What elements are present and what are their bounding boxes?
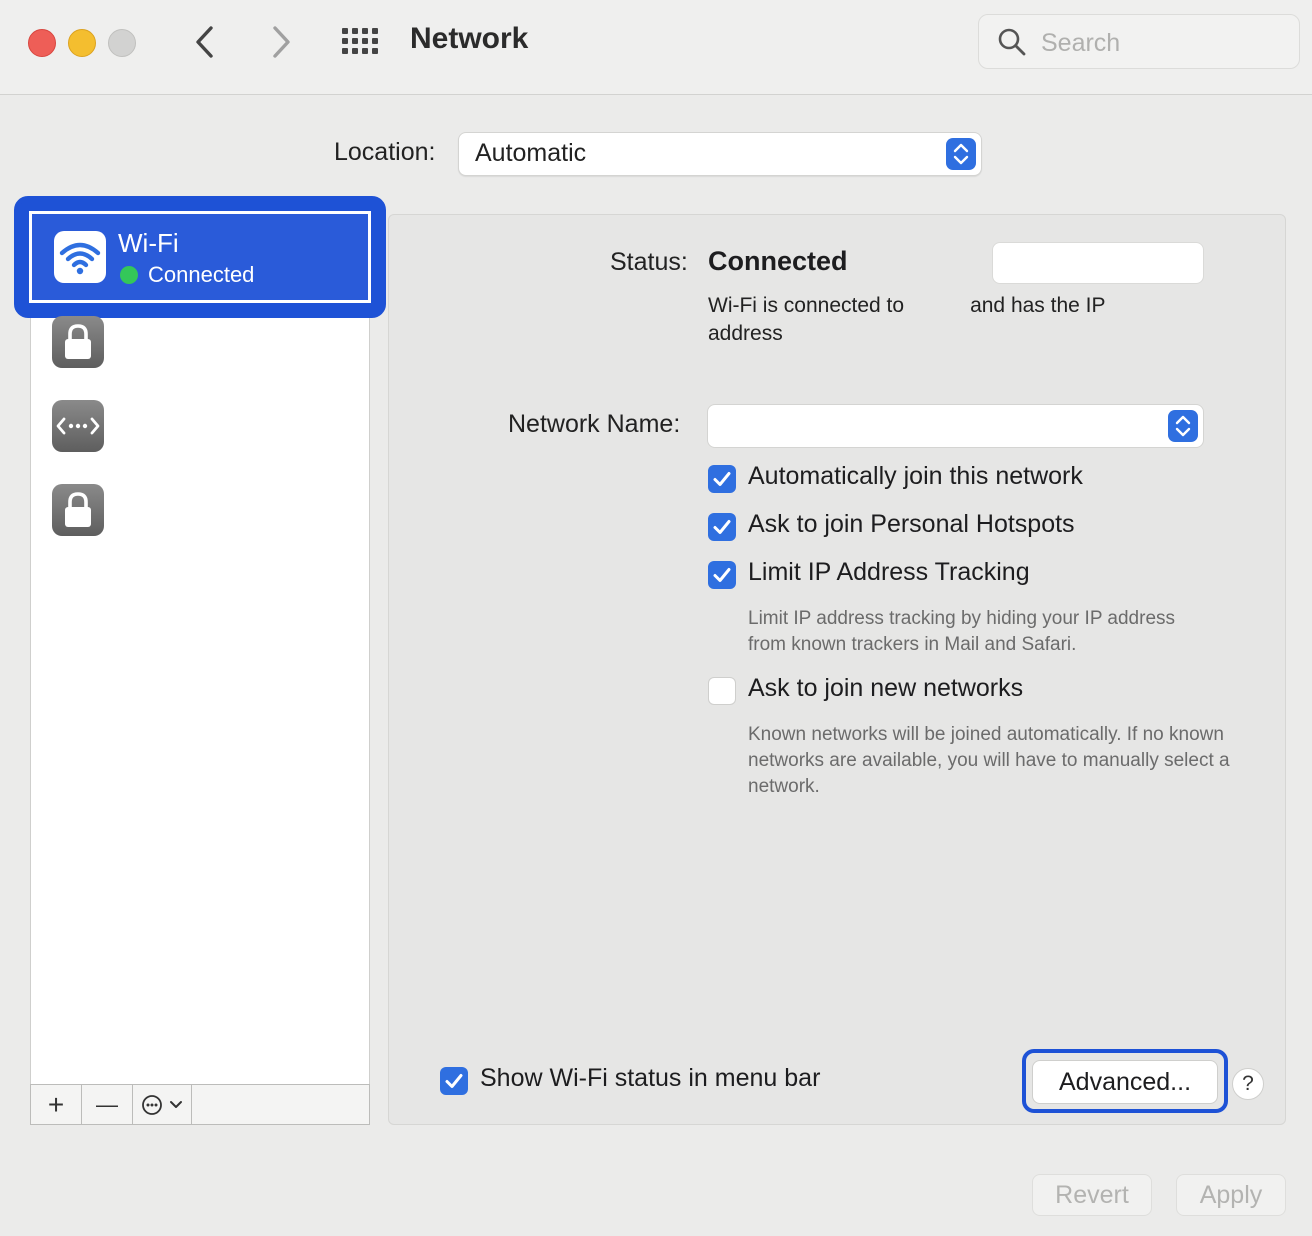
search-field[interactable] [978, 14, 1300, 69]
service-list-toolbar: + — [30, 1084, 370, 1125]
title-bar: Network [0, 0, 1312, 95]
vpn-arrows-icon [56, 417, 100, 435]
service-actions-button[interactable] [133, 1085, 192, 1124]
advanced-button[interactable]: Advanced... [1032, 1060, 1218, 1104]
location-select[interactable]: Automatic [458, 132, 982, 176]
apply-button[interactable]: Apply [1176, 1174, 1286, 1216]
service-status: Connected [120, 262, 254, 288]
lock-icon [65, 324, 91, 359]
minus-icon: — [96, 1091, 118, 1117]
limit-ip-tracking-label: Limit IP Address Tracking [748, 558, 1030, 586]
status-description: Wi-Fi is connected to and has the IP addr… [708, 292, 1168, 348]
location-value: Automatic [475, 139, 587, 167]
turn-wifi-button[interactable] [992, 242, 1204, 284]
minimize-window-button[interactable] [68, 29, 96, 57]
checkmark-icon [713, 520, 731, 534]
location-label: Location: [334, 138, 436, 166]
checkmark-icon [713, 568, 731, 582]
search-input[interactable] [1039, 25, 1283, 61]
ellipsis-circle-icon [142, 1094, 162, 1115]
forward-button[interactable] [262, 22, 302, 62]
show-status-checkbox[interactable] [440, 1067, 468, 1095]
popup-stepper-icon [946, 138, 976, 170]
help-button[interactable]: ? [1232, 1068, 1264, 1100]
revert-button[interactable]: Revert [1032, 1174, 1152, 1216]
service-item-1[interactable] [52, 316, 104, 368]
checkmark-icon [713, 472, 731, 486]
checkmark-icon [445, 1074, 463, 1088]
chevron-right-icon [273, 26, 290, 58]
service-item-wifi[interactable]: Wi-Fi Connected [14, 196, 386, 318]
plus-icon: + [47, 1088, 65, 1120]
limit-ip-tracking-help: Limit IP address tracking by hiding your… [748, 608, 1176, 655]
detail-panel [388, 214, 1286, 1125]
auto-join-label: Automatically join this network [748, 462, 1083, 490]
network-name-select[interactable] [707, 404, 1204, 448]
close-window-button[interactable] [28, 29, 56, 57]
personal-hotspots-label: Ask to join Personal Hotspots [748, 510, 1075, 538]
show-status-label: Show Wi-Fi status in menu bar [480, 1064, 821, 1092]
back-button[interactable] [186, 22, 226, 62]
chevron-down-icon [170, 1100, 182, 1108]
ask-new-networks-checkbox[interactable] [708, 677, 736, 705]
wifi-icon [54, 231, 106, 283]
chevron-left-icon [196, 26, 213, 58]
service-item-wifi-selection: Wi-Fi Connected [29, 211, 371, 303]
status-dot-icon [120, 266, 138, 284]
window-title: Network [410, 22, 529, 55]
search-icon [998, 28, 1026, 56]
popup-stepper-icon [1168, 410, 1198, 442]
service-item-3[interactable] [52, 484, 104, 536]
lock-icon [65, 492, 91, 527]
auto-join-checkbox[interactable] [708, 465, 736, 493]
ask-new-networks-label: Ask to join new networks [748, 674, 1024, 702]
status-value: Connected [708, 246, 848, 276]
zoom-window-button[interactable] [108, 29, 136, 57]
grid-icon [342, 28, 378, 54]
personal-hotspots-checkbox[interactable] [708, 513, 736, 541]
service-status-text: Connected [148, 262, 255, 287]
show-all-button[interactable] [340, 24, 384, 60]
service-name: Wi-Fi [118, 228, 179, 258]
service-item-2[interactable] [52, 400, 104, 452]
remove-service-button[interactable]: — [82, 1085, 133, 1124]
limit-ip-tracking-checkbox[interactable] [708, 561, 736, 589]
ask-new-networks-help: Known networks will be joined automatica… [748, 724, 1230, 797]
status-label: Status: [610, 248, 688, 276]
add-service-button[interactable]: + [31, 1085, 82, 1124]
network-name-label: Network Name: [508, 410, 681, 438]
status-description-part1: Wi-Fi is connected to [708, 294, 905, 317]
